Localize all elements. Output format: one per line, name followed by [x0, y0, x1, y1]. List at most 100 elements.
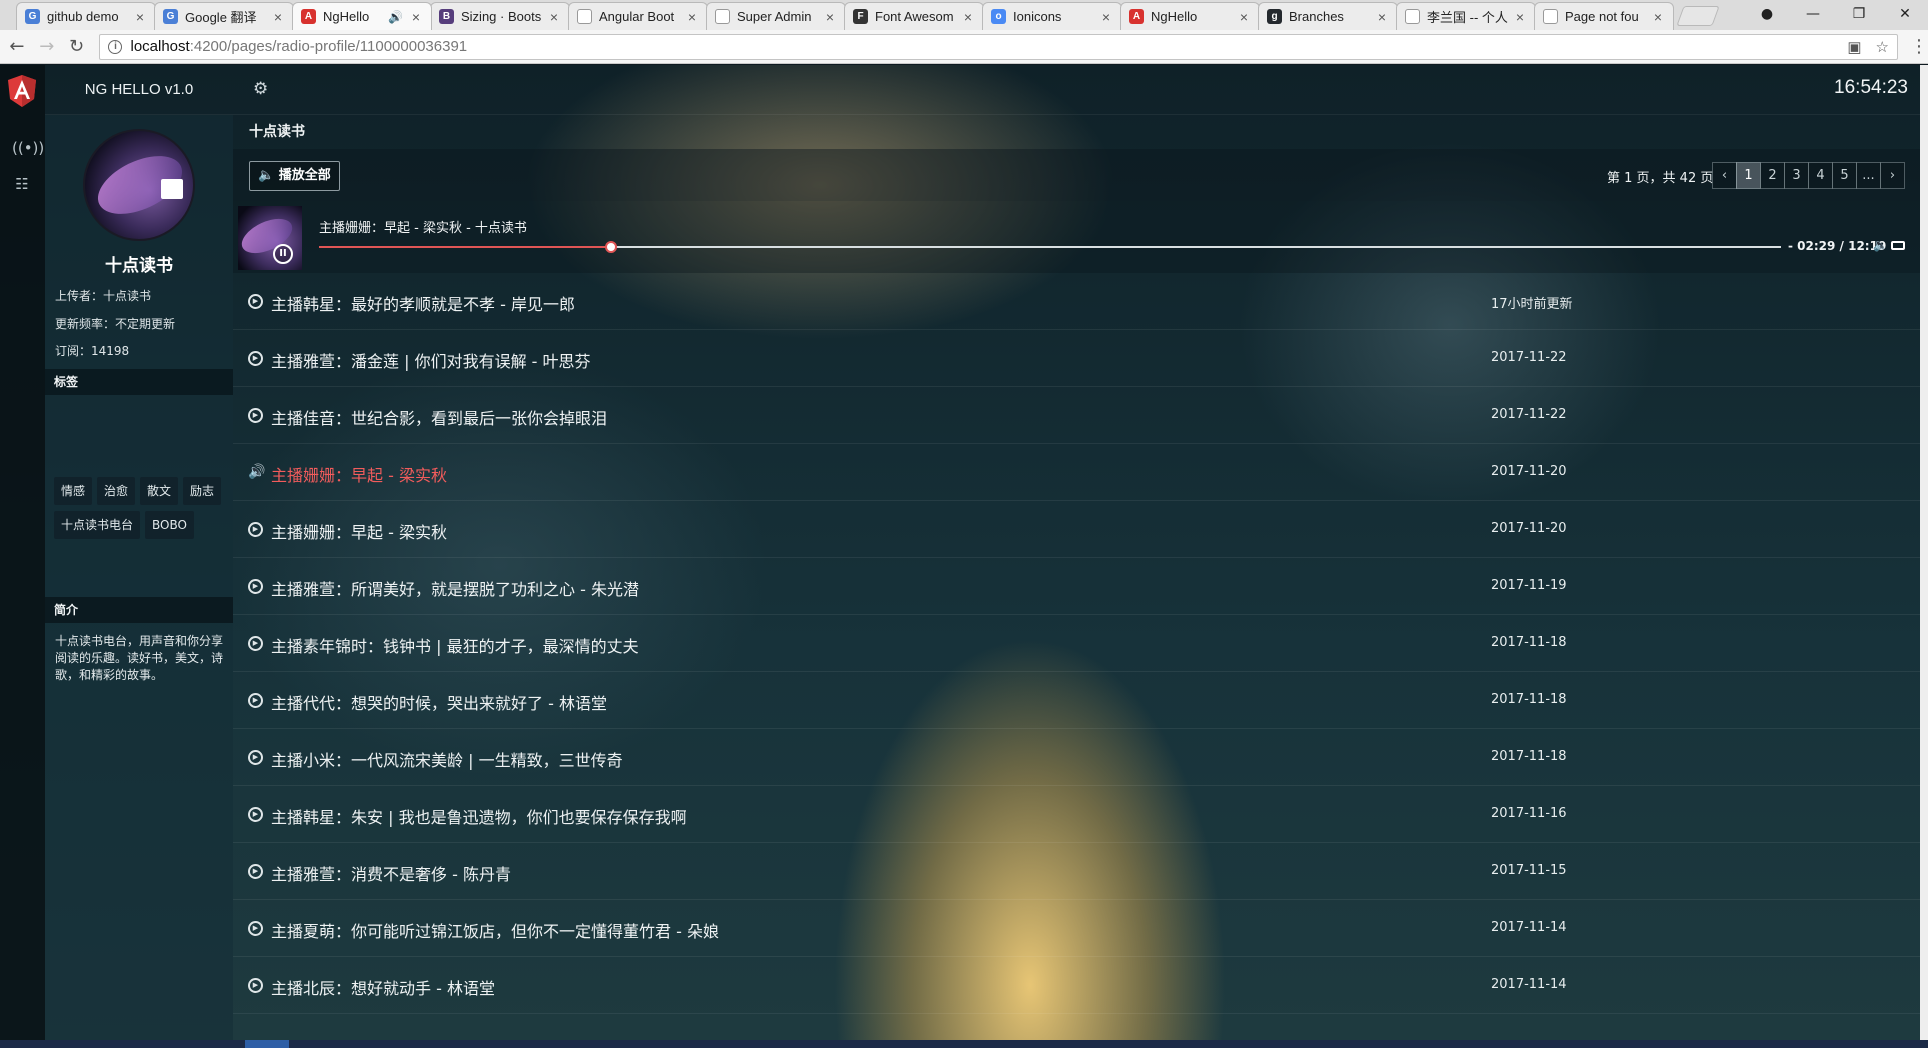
maximize-button[interactable]: ❐: [1836, 6, 1882, 22]
tab-close-icon[interactable]: ×: [1237, 9, 1251, 25]
browser-tab[interactable]: g Branches ×: [1258, 2, 1398, 30]
play-circle-icon[interactable]: ▶: [248, 807, 263, 822]
track-row[interactable]: 🔊 主播姗姗：早起 - 梁实秋 2017-11-20: [233, 444, 1920, 501]
browser-tab[interactable]: Angular Boot ×: [568, 2, 708, 30]
play-circle-icon[interactable]: ▶: [248, 921, 263, 936]
track-title[interactable]: 主播韩星：最好的孝顺就是不孝 - 岸见一郎: [271, 291, 575, 315]
track-title[interactable]: 主播夏萌：你可能听过锦江饭店，但你不一定懂得董竹君 - 朵娘: [271, 918, 719, 942]
page-scrollbar[interactable]: [1920, 65, 1928, 1040]
track-row[interactable]: ▶ 主播雅萱：所谓美好，就是摆脱了功利之心 - 朱光潜 2017-11-19: [233, 558, 1920, 615]
browser-tab[interactable]: F Font Awesom ×: [844, 2, 984, 30]
forward-button[interactable]: →: [34, 36, 60, 57]
track-row[interactable]: ▶ 主播小米：一代风流宋美龄 | 一生精致，三世传奇 2017-11-18: [233, 729, 1920, 786]
page-button[interactable]: ...: [1856, 162, 1881, 189]
page-button[interactable]: 4: [1808, 162, 1833, 189]
track-row[interactable]: ▶ 主播雅萱：潘金莲 | 你们对我有误解 - 叶思芬 2017-11-22: [233, 330, 1920, 387]
page-button[interactable]: ›: [1880, 162, 1905, 189]
browser-tab[interactable]: A NgHello 🔊 ×: [292, 2, 432, 30]
track-title[interactable]: 主播雅萱：所谓美好，就是摆脱了功利之心 - 朱光潜: [271, 576, 639, 600]
tab-close-icon[interactable]: ×: [961, 9, 975, 25]
play-circle-icon[interactable]: ▶: [248, 294, 263, 309]
page-button[interactable]: 3: [1784, 162, 1809, 189]
radio-broadcast-icon[interactable]: ((•)): [12, 139, 44, 159]
tab-close-icon[interactable]: ×: [547, 9, 561, 25]
tab-close-icon[interactable]: ×: [1651, 9, 1665, 25]
track-title[interactable]: 主播佳音：世纪合影，看到最后一张你会掉眼泪: [271, 405, 607, 429]
browser-tab[interactable]: B Sizing · Boots ×: [430, 2, 570, 30]
minimize-button[interactable]: —: [1790, 6, 1836, 22]
play-circle-icon[interactable]: ▶: [248, 579, 263, 594]
play-circle-icon[interactable]: ▶: [248, 351, 263, 366]
speaker-icon[interactable]: 🔊: [248, 465, 265, 480]
tag-chip[interactable]: BOBO: [145, 511, 194, 539]
tab-close-icon[interactable]: ×: [685, 9, 699, 25]
track-row[interactable]: ▶ 主播雅萱：消费不是奢侈 - 陈丹青 2017-11-15: [233, 843, 1920, 900]
browser-tab[interactable]: 李兰国 -- 个人 ×: [1396, 2, 1536, 30]
track-row[interactable]: ▶ 主播北辰：想好就动手 - 林语堂 2017-11-14: [233, 957, 1920, 1014]
play-circle-icon[interactable]: ▶: [248, 978, 263, 993]
track-row[interactable]: ▶ 主播姗姗：早起 - 梁实秋 2017-11-20: [233, 501, 1920, 558]
browser-tab[interactable]: o Ionicons ×: [982, 2, 1122, 30]
address-bar[interactable]: i localhost:4200/pages/radio-profile/110…: [99, 33, 1898, 60]
pause-icon[interactable]: II: [273, 244, 293, 264]
track-title[interactable]: 主播雅萱：消费不是奢侈 - 陈丹青: [271, 861, 511, 885]
mini-player-icon[interactable]: [1891, 241, 1905, 250]
tag-chip[interactable]: 十点读书电台: [54, 511, 141, 539]
play-circle-icon[interactable]: ▶: [248, 750, 263, 765]
reload-button[interactable]: ↻: [64, 36, 90, 57]
audio-playing-icon[interactable]: 🔊: [388, 10, 403, 24]
browser-tab[interactable]: Page not fou ×: [1534, 2, 1674, 30]
tag-chip[interactable]: 治愈: [97, 477, 136, 505]
new-tab-button[interactable]: [1676, 6, 1720, 26]
track-title[interactable]: 主播姗姗：早起 - 梁实秋: [271, 462, 447, 486]
track-title[interactable]: 主播代代：想哭的时候，哭出来就好了 - 林语堂: [271, 690, 607, 714]
book-icon[interactable]: ☷: [12, 175, 32, 195]
back-button[interactable]: ←: [4, 36, 30, 57]
info-icon[interactable]: i: [108, 39, 123, 54]
volume-icon[interactable]: 🔈: [1873, 238, 1888, 252]
play-circle-icon[interactable]: ▶: [248, 522, 263, 537]
browser-tab[interactable]: Ggithub demo ×: [16, 2, 156, 30]
play-circle-icon[interactable]: ▶: [248, 864, 263, 879]
track-row[interactable]: ▶ 主播韩星：朱安 | 我也是鲁迅遗物，你们也要保存保存我啊 2017-11-16: [233, 786, 1920, 843]
track-row[interactable]: ▶ 主播佳音：世纪合影，看到最后一张你会掉眼泪 2017-11-22: [233, 387, 1920, 444]
track-title[interactable]: 主播素年锦时：钱钟书 | 最狂的才子，最深情的丈夫: [271, 633, 639, 657]
angular-logo-icon[interactable]: [8, 75, 36, 107]
bookmark-star-icon[interactable]: ☆: [1876, 38, 1889, 56]
track-title[interactable]: 主播小米：一代风流宋美龄 | 一生精致，三世传奇: [271, 747, 623, 771]
progress-bar[interactable]: [319, 241, 1781, 253]
track-title[interactable]: 主播雅萱：潘金莲 | 你们对我有误解 - 叶思芬: [271, 348, 591, 372]
track-row[interactable]: ▶ 主播夏萌：你可能听过锦江饭店，但你不一定懂得董竹君 - 朵娘 2017-11-1…: [233, 900, 1920, 957]
close-window-button[interactable]: ✕: [1882, 6, 1928, 22]
track-row[interactable]: ▶ 主播代代：想哭的时候，哭出来就好了 - 林语堂 2017-11-18: [233, 672, 1920, 729]
page-button[interactable]: 1: [1736, 162, 1761, 189]
track-row[interactable]: ▶ 主播素年锦时：钱钟书 | 最狂的才子，最深情的丈夫 2017-11-18: [233, 615, 1920, 672]
progress-knob[interactable]: [605, 241, 618, 253]
tab-close-icon[interactable]: ×: [409, 9, 423, 25]
browser-tab[interactable]: G Google 翻译 ×: [154, 2, 294, 30]
tab-close-icon[interactable]: ×: [133, 9, 147, 25]
play-circle-icon[interactable]: ▶: [248, 636, 263, 651]
browser-menu-icon[interactable]: ⋮: [1910, 36, 1928, 57]
page-button[interactable]: 2: [1760, 162, 1785, 189]
tab-close-icon[interactable]: ×: [823, 9, 837, 25]
tab-close-icon[interactable]: ×: [1099, 9, 1113, 25]
tag-chip[interactable]: 散文: [140, 477, 179, 505]
gear-icon[interactable]: ⚙: [253, 80, 271, 98]
play-circle-icon[interactable]: ▶: [248, 408, 263, 423]
tab-close-icon[interactable]: ×: [1375, 9, 1389, 25]
page-button[interactable]: ‹: [1712, 162, 1737, 189]
track-row[interactable]: ▶ 主播韩星：最好的孝顺就是不孝 - 岸见一郎 17小时前更新: [233, 273, 1920, 330]
taskbar-active-item[interactable]: [245, 1040, 289, 1048]
page-button[interactable]: 5: [1832, 162, 1857, 189]
track-title[interactable]: 主播韩星：朱安 | 我也是鲁迅遗物，你们也要保存保存我啊: [271, 804, 687, 828]
translate-icon[interactable]: ▣: [1847, 38, 1861, 56]
track-title[interactable]: 主播姗姗：早起 - 梁实秋: [271, 519, 447, 543]
track-title[interactable]: 主播北辰：想好就动手 - 林语堂: [271, 975, 495, 999]
browser-tab[interactable]: A NgHello ×: [1120, 2, 1260, 30]
tab-close-icon[interactable]: ×: [1513, 9, 1527, 25]
tag-chip[interactable]: 情感: [54, 477, 93, 505]
play-circle-icon[interactable]: ▶: [248, 693, 263, 708]
tag-chip[interactable]: 励志: [183, 477, 222, 505]
play-all-button[interactable]: 🔈 播放全部: [249, 161, 340, 191]
